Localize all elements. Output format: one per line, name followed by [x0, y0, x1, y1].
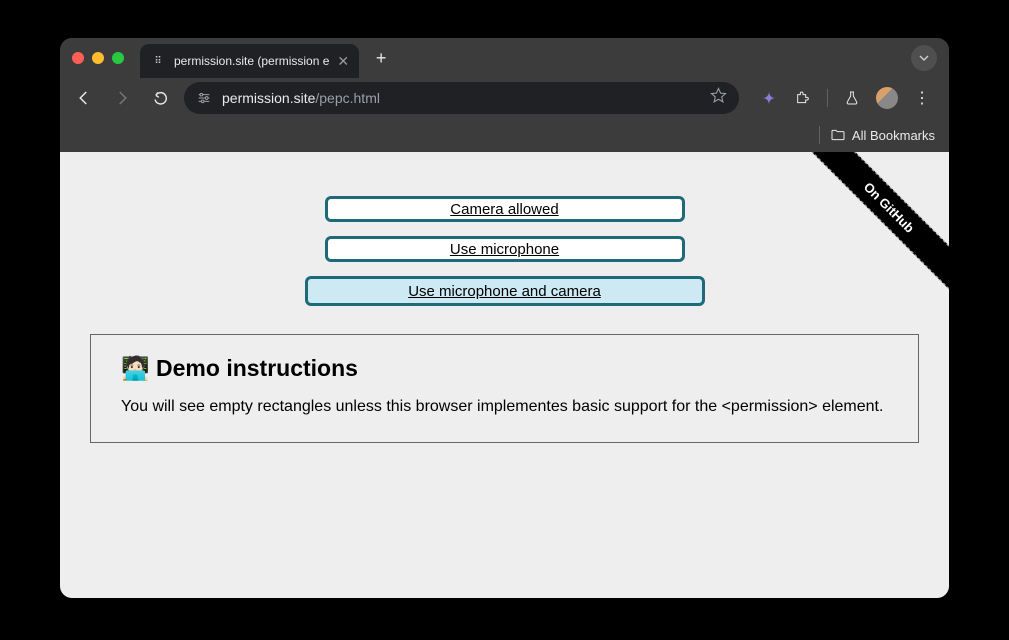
extensions-button[interactable]	[793, 88, 813, 108]
bookmarks-bar: All Bookmarks	[60, 118, 949, 152]
bookmarks-divider	[819, 126, 820, 144]
tab-favicon-icon: ⠿	[150, 53, 166, 69]
sparkle-icon	[761, 90, 777, 106]
chrome-menu-button[interactable]: ⋮	[912, 88, 932, 108]
browser-window: ⠿ permission.site (permission e ✕ + perm…	[60, 38, 949, 598]
page-content: Camera allowed Use microphone Use microp…	[60, 152, 949, 598]
toolbar-divider	[827, 89, 828, 107]
profile-avatar[interactable]	[876, 87, 898, 109]
camera-permission-button[interactable]: Camera allowed	[325, 196, 685, 222]
toolbar: permission.site/pepc.html ⋮	[60, 78, 949, 118]
forward-button[interactable]	[108, 84, 136, 112]
arrow-right-icon	[113, 89, 131, 107]
minimize-window-button[interactable]	[92, 52, 104, 64]
tab-title: permission.site (permission e	[174, 54, 329, 68]
site-info-button[interactable]	[196, 90, 212, 106]
star-icon	[710, 87, 727, 104]
chevron-down-icon	[919, 53, 929, 63]
flask-icon	[844, 90, 860, 106]
all-bookmarks-label: All Bookmarks	[852, 128, 935, 143]
maximize-window-button[interactable]	[112, 52, 124, 64]
instructions-body: You will see empty rectangles unless thi…	[121, 396, 888, 418]
back-button[interactable]	[70, 84, 98, 112]
arrow-left-icon	[75, 89, 93, 107]
folder-icon	[830, 127, 846, 143]
all-bookmarks-button[interactable]: All Bookmarks	[830, 127, 935, 143]
reload-icon	[152, 90, 169, 107]
mic-and-camera-permission-button[interactable]: Use microphone and camera	[305, 276, 705, 306]
address-bar[interactable]: permission.site/pepc.html	[184, 82, 739, 114]
url-domain: permission.site	[222, 90, 315, 106]
browser-tab[interactable]: ⠿ permission.site (permission e ✕	[140, 44, 359, 78]
new-tab-button[interactable]: +	[367, 44, 395, 72]
puzzle-icon	[795, 90, 811, 106]
reload-button[interactable]	[146, 84, 174, 112]
tune-icon	[196, 90, 212, 106]
gemini-button[interactable]	[759, 88, 779, 108]
url-text: permission.site/pepc.html	[222, 90, 700, 106]
titlebar: ⠿ permission.site (permission e ✕ +	[60, 38, 949, 78]
tab-search-button[interactable]	[911, 45, 937, 71]
window-controls	[72, 52, 124, 64]
microphone-permission-button[interactable]: Use microphone	[325, 236, 685, 262]
url-path: /pepc.html	[315, 90, 380, 106]
instructions-heading: 🧑🏻‍💻 Demo instructions	[121, 355, 888, 382]
close-tab-button[interactable]: ✕	[337, 54, 349, 68]
toolbar-actions: ⋮	[759, 87, 932, 109]
instructions-panel: 🧑🏻‍💻 Demo instructions You will see empt…	[90, 334, 919, 443]
labs-button[interactable]	[842, 88, 862, 108]
bookmark-star-button[interactable]	[710, 87, 727, 109]
permission-buttons-group: Camera allowed Use microphone Use microp…	[60, 152, 949, 306]
close-window-button[interactable]	[72, 52, 84, 64]
